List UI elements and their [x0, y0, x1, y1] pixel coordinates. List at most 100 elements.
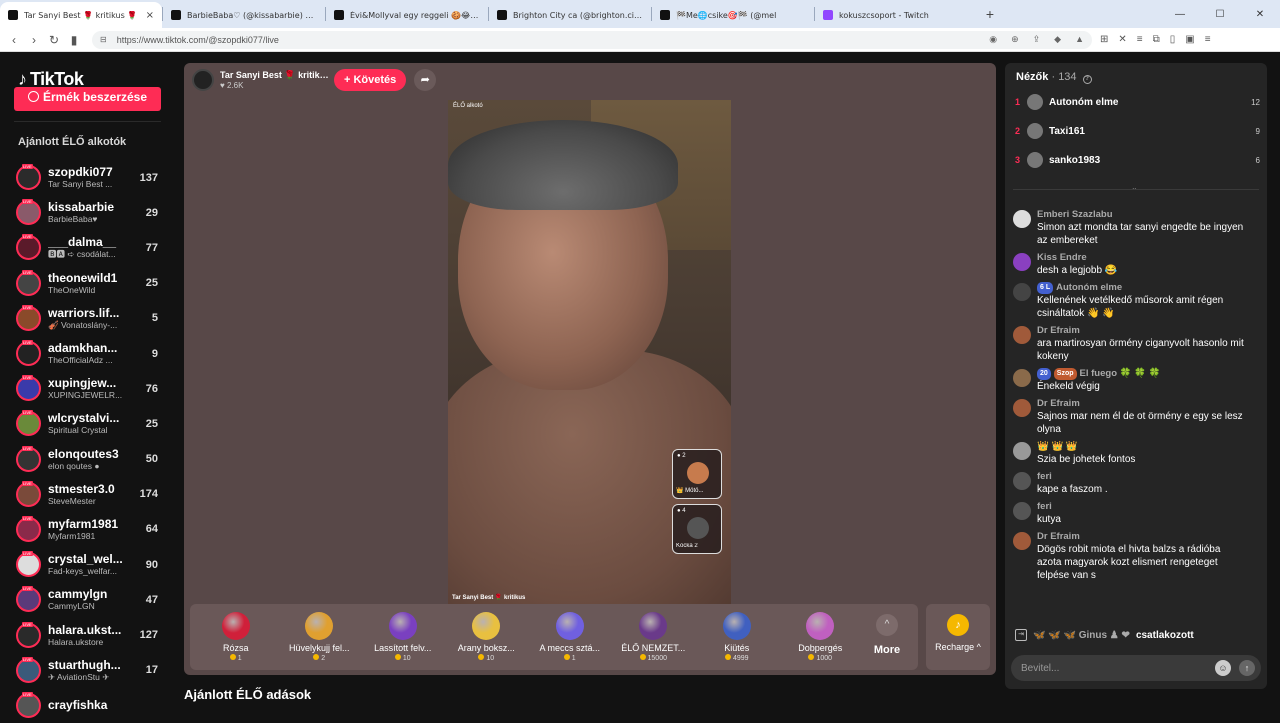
rewards-icon[interactable]: ▲	[1075, 34, 1084, 45]
share-page-icon[interactable]: ⇪	[1033, 34, 1041, 45]
info-icon[interactable]: ?	[1082, 75, 1092, 84]
creator-item[interactable]: LIVE wlcrystalvi... Spiritual Crystal 25	[16, 406, 164, 441]
maximize-button[interactable]: ☐	[1200, 9, 1240, 20]
chat-username[interactable]: 👑 👑 👑	[1037, 441, 1078, 452]
creator-viewer-count: 50	[145, 453, 158, 466]
chat-avatar[interactable]	[1013, 326, 1031, 344]
tab-title: 🏁Me🌐csike🎯🏁 (@mel	[676, 10, 777, 20]
chat-avatar[interactable]	[1013, 399, 1031, 417]
chat-avatar[interactable]	[1013, 369, 1031, 387]
wallet-icon[interactable]: ▣	[1185, 34, 1194, 45]
site-info-icon[interactable]: ⊟	[100, 35, 107, 44]
chat-username[interactable]: Autonóm elme	[1056, 282, 1122, 293]
bookmark-icon[interactable]: ▮	[64, 33, 84, 47]
chat-avatar[interactable]	[1013, 253, 1031, 271]
chevron-down-icon[interactable]: ⌄	[1131, 183, 1138, 192]
get-coins-button[interactable]: Érmék beszerzése	[14, 87, 161, 111]
chat-username[interactable]: Emberi Szazlabu	[1037, 209, 1113, 220]
creator-item[interactable]: LIVE xupingjew... XUPINGJEWELR... 76	[16, 371, 164, 406]
chat-username[interactable]: Kiss Endre	[1037, 252, 1087, 263]
host-avatar[interactable]	[192, 69, 214, 91]
recharge-button[interactable]: ♪ Recharge ^	[926, 604, 990, 670]
chat-username[interactable]: Dr Efraim	[1037, 325, 1080, 336]
extension-icon[interactable]: ✕	[1118, 34, 1126, 45]
chat-avatar[interactable]	[1013, 502, 1031, 520]
brave-shield-icon[interactable]: ◆	[1054, 34, 1061, 45]
send-icon[interactable]: ↑	[1239, 660, 1255, 676]
creator-names: stuarthugh... ✈ AviationStu ✈	[48, 658, 128, 683]
chat-username[interactable]: El fuego 🍀 🍀 🍀	[1080, 368, 1161, 379]
viewer-rank: 1	[1015, 97, 1021, 107]
menu-icon[interactable]: ≡	[1205, 34, 1211, 45]
chat-username[interactable]: feri	[1037, 471, 1052, 482]
extension-icon[interactable]: ≡	[1137, 34, 1143, 45]
cast-icon[interactable]: ◉	[989, 34, 997, 45]
coin-icon	[313, 654, 320, 660]
reload-icon[interactable]: ↻	[44, 33, 64, 47]
creator-item[interactable]: LIVE stmester3.0 SteveMester 174	[16, 477, 164, 512]
chat-username[interactable]: Dr Efraim	[1037, 398, 1080, 409]
chat-avatar[interactable]	[1013, 472, 1031, 490]
guest-box[interactable]: ● 4 Kocka 2	[672, 504, 722, 554]
chat-avatar[interactable]	[1013, 442, 1031, 460]
forward-icon[interactable]: ›	[24, 33, 44, 47]
gift-item[interactable]: Arany boksz... 10	[445, 604, 529, 670]
chat-avatar[interactable]	[1013, 283, 1031, 301]
creator-item[interactable]: LIVE crystal_wel... Fad-keys_welfar... 90	[16, 547, 164, 582]
sidebar-toggle-icon[interactable]: ▯	[1170, 34, 1176, 45]
browser-tab[interactable]: 🏁Me🌐csike🎯🏁 (@mel	[652, 2, 814, 28]
creator-item[interactable]: LIVE kissabarbie BarbieBaba♥ 29	[16, 195, 164, 230]
join-user: 🦋 🦋 🦋 Ginus ♟ ❤	[1033, 629, 1130, 641]
minimize-button[interactable]: —	[1160, 9, 1200, 20]
browser-tab[interactable]: BarbieBaba♡ (@kissabarbie) ÉLŐ	[163, 2, 325, 28]
creator-item[interactable]: LIVE warriors.lif... 🎻 Vonatoslány-... 5	[16, 301, 164, 336]
emoji-icon[interactable]: ☺	[1215, 660, 1231, 676]
creator-item[interactable]: LIVE stuarthugh... ✈ AviationStu ✈ 17	[16, 653, 164, 688]
gift-item[interactable]: Kiütés 4999	[695, 604, 779, 670]
top-viewer-row[interactable]: 2 Taxi161 9	[1015, 119, 1260, 143]
top-viewer-row[interactable]: 3 sanko1983 6	[1015, 148, 1260, 172]
chat-input[interactable]	[1021, 662, 1215, 674]
gift-item[interactable]: Lassított felv... 10	[361, 604, 445, 670]
gift-item[interactable]: Dobpergés 1000	[779, 604, 863, 670]
gift-item[interactable]: Hüvelykujj fel... 2	[278, 604, 362, 670]
tab-close-icon[interactable]: ×	[146, 10, 154, 21]
url-field[interactable]: ⊟ https://www.tiktok.com/@szopdki077/liv…	[92, 30, 1092, 49]
browser-tab[interactable]: Brighton City ca (@brighton.city) ÉLŐ	[489, 2, 651, 28]
creator-item[interactable]: LIVE cammylgn CammyLGN 47	[16, 582, 164, 617]
creator-item[interactable]: LIVE theonewild1 TheOneWild 25	[16, 266, 164, 301]
creator-viewer-count: 174	[139, 488, 158, 501]
browser-tab[interactable]: kokuszcsoport - Twitch	[815, 2, 977, 28]
live-video[interactable]: ÉLŐ alkotó Tar Sanyi Best 🌹 kritikus ● 2…	[448, 100, 731, 604]
follow-button[interactable]: + Követés	[334, 69, 407, 91]
chat-username[interactable]: Dr Efraim	[1037, 531, 1080, 542]
gift-item[interactable]: ÉLŐ NEMZET... 15000	[612, 604, 696, 670]
chat-username[interactable]: feri	[1037, 501, 1052, 512]
gift-item[interactable]: Rózsa 1	[194, 604, 278, 670]
creator-item[interactable]: LIVE adamkhan... TheOfficialAdz ... 9	[16, 336, 164, 371]
chat-user-line: Emberi Szazlabu	[1037, 209, 1247, 221]
chat-message: 20 Szop El fuego 🍀 🍀 🍀 Énekeld végig	[1013, 368, 1253, 393]
chat-avatar[interactable]	[1013, 210, 1031, 228]
close-window-button[interactable]: ✕	[1240, 9, 1280, 20]
gift-item[interactable]: A meccs sztá... 1	[528, 604, 612, 670]
host-name[interactable]: Tar Sanyi Best 🌹 kritiku...	[220, 70, 330, 81]
zoom-icon[interactable]: ⊕	[1011, 34, 1019, 45]
translate-icon[interactable]: ⊞	[1100, 34, 1108, 45]
creator-item[interactable]: LIVE crayfishka	[16, 688, 164, 723]
creator-item[interactable]: LIVE halara.ukst... Halara.ukstore 127	[16, 617, 164, 652]
new-tab-button[interactable]: +	[977, 6, 1003, 22]
chat-avatar[interactable]	[1013, 532, 1031, 550]
top-viewer-row[interactable]: 1 Autonóm elme 12	[1015, 90, 1260, 114]
back-icon[interactable]: ‹	[4, 33, 24, 47]
creator-item[interactable]: LIVE ___dalma__ 🅱🅰 ➪ csodálat... 77	[16, 230, 164, 265]
creator-item[interactable]: LIVE myfarm1981 Myfarm1981 64	[16, 512, 164, 547]
share-icon[interactable]: ➦	[414, 69, 437, 91]
guest-box[interactable]: ● 2 👑 Mötö...	[672, 449, 722, 499]
browser-tab[interactable]: Évi&Mollyval egy reggeli 🍪😂 (@m	[326, 2, 488, 28]
more-gifts-button[interactable]: ^ More	[862, 604, 912, 670]
creator-item[interactable]: LIVE elonqoutes3 elon qoutes ● 50	[16, 442, 164, 477]
extensions-puzzle-icon[interactable]: ⧉	[1153, 34, 1160, 45]
browser-tab[interactable]: Tar Sanyi Best 🌹 kritikus 🌹 ×	[0, 2, 162, 28]
creator-item[interactable]: LIVE szopdki077 Tar Sanyi Best ... 137	[16, 160, 164, 195]
